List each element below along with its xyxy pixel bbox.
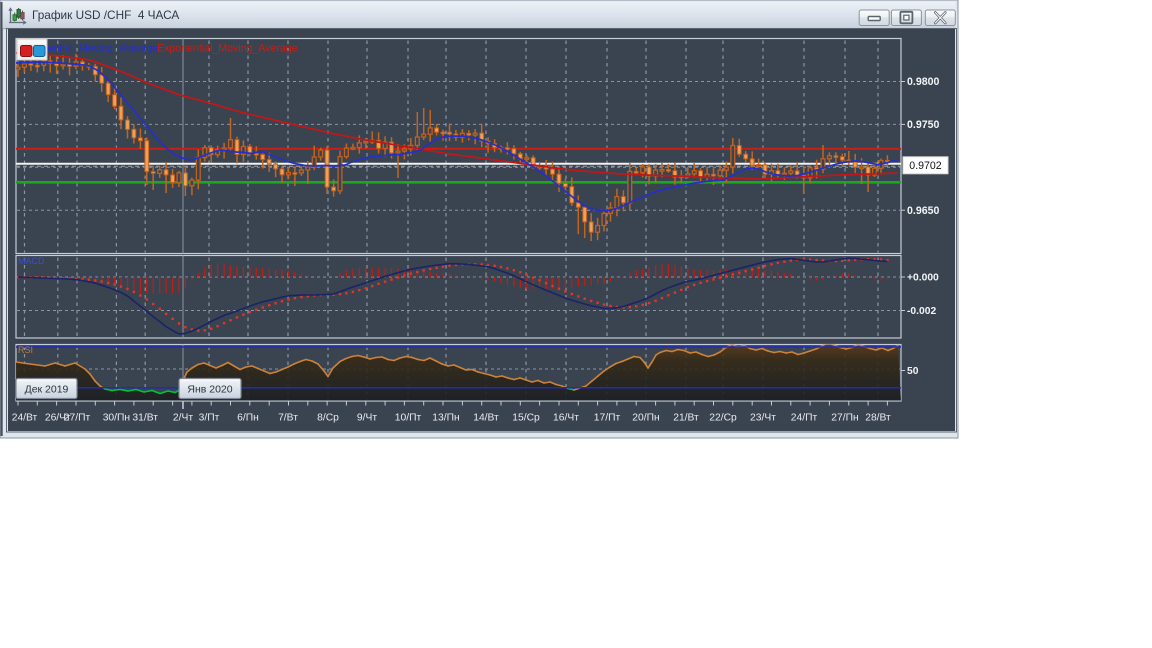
svg-text:14/Вт: 14/Вт <box>473 413 499 424</box>
svg-text:0.9702: 0.9702 <box>909 160 942 172</box>
svg-text:Exponential_Moving_Average: Exponential_Moving_Average <box>157 43 298 55</box>
svg-text:ential_Moving_Average: ential_Moving_Average <box>48 43 159 55</box>
svg-text:6/Пн: 6/Пн <box>237 413 259 424</box>
svg-text:0.9650: 0.9650 <box>907 205 940 217</box>
svg-text:15/Ср: 15/Ср <box>512 413 540 424</box>
svg-text:RSI: RSI <box>18 345 33 355</box>
svg-text:8/Ср: 8/Ср <box>317 413 339 424</box>
svg-text:21/Вт: 21/Вт <box>673 413 699 424</box>
svg-text:27/Пн: 27/Пн <box>831 413 858 424</box>
svg-text:Дек 2019: Дек 2019 <box>25 384 69 396</box>
svg-text:13/Пн: 13/Пн <box>432 413 459 424</box>
svg-text:MACD: MACD <box>18 256 45 266</box>
svg-text:17/Пт: 17/Пт <box>594 413 621 424</box>
svg-text:Янв 2020: Янв 2020 <box>187 384 232 396</box>
svg-text:50: 50 <box>907 366 919 377</box>
svg-text:+0.000: +0.000 <box>907 273 939 284</box>
svg-text:23/Чт: 23/Чт <box>750 413 776 424</box>
svg-text:10/Пт: 10/Пт <box>395 413 422 424</box>
svg-text:0.9750: 0.9750 <box>907 119 940 131</box>
svg-text:9/Чт: 9/Чт <box>357 413 377 424</box>
svg-text:0.9800: 0.9800 <box>907 76 940 88</box>
svg-text:20/Пн: 20/Пн <box>632 413 659 424</box>
svg-text:22/Ср: 22/Ср <box>709 413 737 424</box>
svg-text:-0.002: -0.002 <box>907 306 936 317</box>
svg-text:7/Вт: 7/Вт <box>278 413 298 424</box>
svg-text:27/Пт: 27/Пт <box>64 413 91 424</box>
svg-text:24/Пт: 24/Пт <box>791 413 818 424</box>
svg-text:24/Вт: 24/Вт <box>12 413 38 424</box>
svg-text:График USD /CHF 4 ЧАСА: График USD /CHF 4 ЧАСА <box>32 8 179 22</box>
svg-text:28/Вт: 28/Вт <box>865 413 891 424</box>
svg-text:31/Вт: 31/Вт <box>132 413 158 424</box>
svg-text:2/Чт: 2/Чт <box>173 413 193 424</box>
svg-text:16/Чт: 16/Чт <box>553 413 579 424</box>
svg-text:3/Пт: 3/Пт <box>199 413 220 424</box>
svg-text:30/Пн: 30/Пн <box>103 413 130 424</box>
